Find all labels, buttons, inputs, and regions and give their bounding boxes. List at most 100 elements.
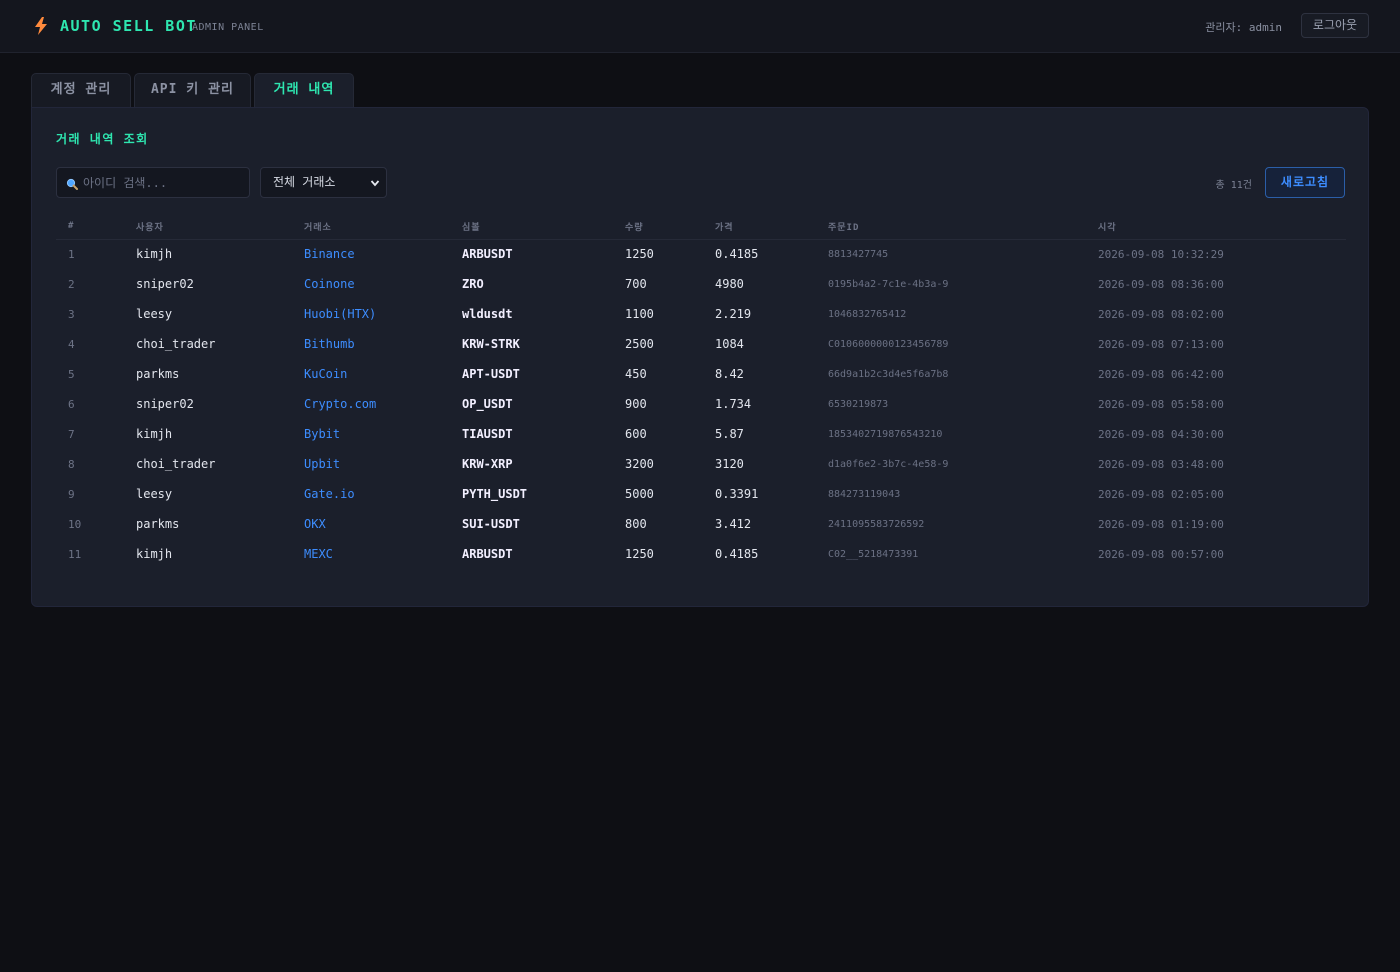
table-row: 9 leesy Gate.io PYTH_USDT 5000 0.3391 88427311… (56, 479, 1346, 509)
row-order-id: d1a0f6e2-3b7c-4e58-9 (828, 458, 949, 470)
row-order-id: 1853402719876543210 (828, 428, 943, 440)
row-time: 2026-09-08 04:30:00 (1098, 427, 1224, 441)
row-user: leesy (136, 487, 173, 501)
tab-trade-history[interactable]: 거래 내역 (254, 73, 354, 107)
table-header-row: # 사용자 거래소 심볼 수량 가격 주문ID 시각 (56, 214, 1346, 240)
row-index: 5 (68, 367, 75, 381)
row-index: 3 (68, 307, 75, 321)
row-quantity: 1250 (625, 247, 654, 262)
row-exchange[interactable]: KuCoin (292, 359, 450, 389)
row-index: 6 (68, 397, 75, 411)
row-index: 8 (68, 457, 75, 471)
row-index: 11 (68, 547, 82, 561)
row-order-id: 884273119043 (828, 488, 901, 500)
row-order-id: 6530219873 (828, 398, 889, 410)
col-header-symbol: 심볼 (450, 214, 613, 240)
tab-accounts[interactable]: 계정 관리 (31, 73, 131, 107)
brand-subtitle: ADMIN PANEL (192, 22, 264, 33)
row-quantity: 800 (625, 517, 647, 531)
col-header-time: 시각 (1086, 214, 1346, 240)
row-index: 4 (68, 337, 75, 351)
trade-history-panel: 거래 내역 조회 전체 거래소 총 11건 새로고침 # 사용자 거래소 심볼 … (31, 107, 1369, 607)
row-index: 1 (68, 247, 75, 261)
row-order-id: 1046832765412 (828, 308, 907, 320)
row-price: 8.42 (715, 367, 744, 381)
search-box[interactable] (56, 167, 250, 198)
row-exchange[interactable]: Huobi(HTX) (292, 299, 450, 329)
row-index: 9 (68, 487, 75, 501)
col-header-index: # (56, 214, 124, 240)
row-time: 2026-09-08 05:58:00 (1098, 397, 1224, 411)
admin-user-label: 관리자: admin (1205, 21, 1282, 34)
row-index: 7 (68, 427, 75, 441)
search-icon (66, 178, 78, 190)
refresh-button[interactable]: 새로고침 (1265, 167, 1345, 198)
row-exchange[interactable]: Coinone (292, 269, 450, 299)
panel-title: 거래 내역 조회 (56, 132, 149, 146)
row-order-id: C02__5218473391 (828, 548, 919, 560)
row-quantity: 2500 (625, 337, 654, 351)
brand-title: AUTO SELL BOT (60, 17, 197, 35)
row-price: 2.219 (715, 307, 752, 321)
row-user: parkms (136, 517, 180, 531)
row-price: 0.4185 (715, 547, 759, 561)
table-row: 5 parkms KuCoin APT-USDT 450 8.42 66d9a1b2c3d4… (56, 359, 1346, 389)
row-time: 2026-09-08 00:57:00 (1098, 547, 1224, 561)
row-index: 2 (68, 277, 75, 291)
row-quantity: 600 (625, 427, 647, 441)
row-price: 0.3391 (715, 487, 759, 501)
row-exchange[interactable]: Gate.io (292, 479, 450, 509)
col-header-order-id: 주문ID (816, 214, 1086, 240)
row-symbol: APT-USDT (462, 367, 520, 381)
row-symbol: SUI-USDT (462, 517, 520, 531)
row-price: 3120 (715, 457, 744, 471)
row-index: 10 (68, 517, 82, 531)
logout-button[interactable]: 로그아웃 (1301, 13, 1369, 38)
row-quantity: 450 (625, 367, 647, 381)
row-user: leesy (136, 307, 173, 321)
table-row: 10 parkms OKX SUI-USDT 800 3.412 2411095583726… (56, 509, 1346, 539)
row-time: 2026-09-08 02:05:00 (1098, 487, 1224, 501)
row-time: 2026-09-08 08:36:00 (1098, 277, 1224, 291)
row-time: 2026-09-08 10:32:29 (1098, 247, 1224, 261)
col-header-quantity: 수량 (613, 214, 703, 240)
table-row: 11 kimjh MEXC ARBUSDT 1250 0.4185 C02__5218473… (56, 539, 1346, 569)
row-symbol: ZRO (462, 277, 484, 291)
row-price: 1084 (715, 337, 744, 351)
table-row: 4 choi_trader Bithumb KRW-STRK 2500 1084 C0106… (56, 329, 1346, 359)
row-price: 3.412 (715, 517, 752, 531)
row-symbol: OP_USDT (462, 397, 513, 411)
table-row: 1 kimjh Binance ARBUSDT 1250 0.4185 8813427745… (56, 239, 1346, 269)
table-row: 8 choi_trader Upbit KRW-XRP 3200 3120 d1a0f6e2… (56, 449, 1346, 479)
row-order-id: C0106000000123456789 (828, 338, 949, 350)
row-symbol: TIAUSDT (462, 427, 513, 441)
row-exchange[interactable]: Crypto.com (292, 389, 450, 419)
row-time: 2026-09-08 03:48:00 (1098, 457, 1224, 471)
row-price: 0.4185 (715, 247, 759, 262)
tab-api-keys[interactable]: API 키 관리 (134, 73, 251, 107)
row-quantity: 1250 (625, 547, 654, 561)
search-input[interactable] (83, 168, 247, 197)
exchange-filter-select[interactable]: 전체 거래소 (260, 167, 387, 198)
row-quantity: 3200 (625, 457, 654, 471)
row-quantity: 5000 (625, 487, 654, 501)
row-symbol: ARBUSDT (462, 247, 513, 262)
table-row: 6 sniper02 Crypto.com OP_USDT 900 1.734 653021… (56, 389, 1346, 419)
row-quantity: 1100 (625, 307, 654, 321)
top-bar: AUTO SELL BOT ADMIN PANEL 관리자: admin 로그아… (0, 0, 1400, 53)
row-exchange[interactable]: OKX (292, 509, 450, 539)
table-row: 2 sniper02 Coinone ZRO 700 4980 0195b4a2-7c1e-… (56, 269, 1346, 299)
row-exchange[interactable]: Bithumb (292, 329, 450, 359)
col-header-user: 사용자 (124, 214, 292, 240)
row-exchange[interactable]: Binance (292, 239, 450, 269)
row-exchange[interactable]: Bybit (292, 419, 450, 449)
row-exchange[interactable]: Upbit (292, 449, 450, 479)
total-count: 총 11건 (1215, 180, 1252, 191)
row-exchange[interactable]: MEXC (292, 539, 450, 569)
row-time: 2026-09-08 06:42:00 (1098, 367, 1224, 381)
row-time: 2026-09-08 08:02:00 (1098, 307, 1224, 321)
row-user: sniper02 (136, 397, 194, 411)
row-quantity: 900 (625, 397, 647, 411)
row-price: 4980 (715, 277, 744, 291)
col-header-price: 가격 (703, 214, 816, 240)
